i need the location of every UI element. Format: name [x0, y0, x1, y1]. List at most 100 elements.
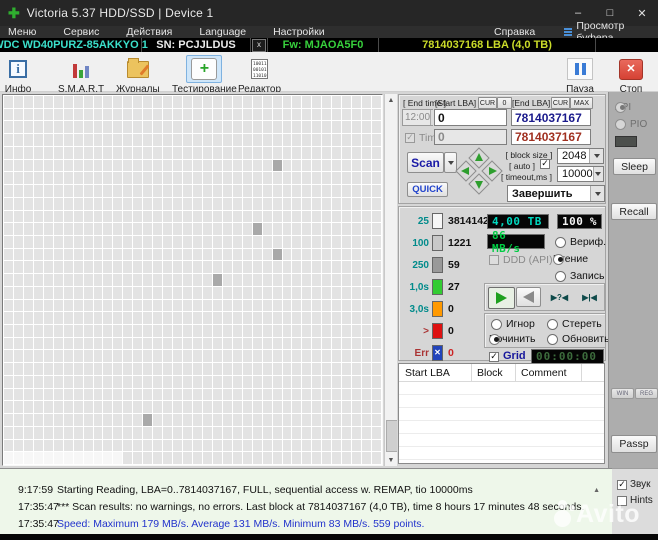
refresh-radio[interactable]: Обновить [547, 333, 610, 345]
block-cell [372, 325, 381, 337]
mode-read-radio[interactable]: Чтение [553, 253, 588, 265]
block-size-select[interactable]: 2048 [557, 148, 604, 164]
defect-table: Start LBA Block Comment [398, 363, 605, 464]
journals-button[interactable]: Журналы [116, 55, 160, 95]
menu-item-help[interactable]: Справка [494, 26, 535, 38]
block-cell [222, 312, 232, 325]
block-cell [53, 96, 63, 108]
end-lba-max-button[interactable]: MAX [570, 97, 593, 109]
log-scroll-up-icon[interactable]: ▲ [593, 487, 600, 494]
back-button[interactable] [516, 287, 541, 307]
block-cell [123, 401, 133, 414]
block-cell [292, 185, 302, 197]
scroll-up-icon[interactable]: ▲ [385, 94, 397, 106]
erase-radio[interactable]: Стереть [547, 318, 602, 330]
mode-verify-radio[interactable]: Вериф. [555, 236, 606, 248]
menu-item[interactable]: Сервис [63, 26, 99, 38]
scan-button[interactable]: Scan [407, 152, 444, 173]
block-cell [212, 248, 222, 261]
block-map-scrollbar[interactable]: ▲ ▼ [384, 94, 398, 466]
block-cell [133, 121, 143, 134]
grid-checkbox[interactable] [489, 352, 499, 362]
block-cell [63, 134, 73, 146]
block-cell [33, 159, 43, 172]
testing-button[interactable]: + Тестирование [172, 55, 237, 95]
start-lba-zero-button[interactable]: 0 [497, 97, 512, 109]
column-header-block[interactable]: Block [477, 367, 503, 379]
menu-item[interactable]: Действия [126, 26, 172, 38]
seek-diamond-control[interactable] [455, 147, 503, 195]
block-cell [73, 261, 83, 274]
menu-item[interactable]: Настройки [273, 26, 325, 38]
sound-checkbox[interactable] [617, 479, 627, 490]
after-scan-action-select[interactable]: Завершить [507, 185, 605, 202]
passp-button[interactable]: Passp [611, 435, 657, 453]
ignore-radio[interactable]: Игнор [491, 318, 535, 330]
quick-button[interactable]: QUICK [407, 182, 448, 197]
block-cell [4, 452, 13, 464]
block-cell [93, 96, 103, 108]
block-cell [352, 223, 362, 235]
block-cell [23, 223, 33, 235]
hints-checkbox-row[interactable]: Hints [617, 495, 653, 506]
block-cell [83, 414, 93, 426]
start-lba-cur-button[interactable]: CUR [478, 97, 497, 109]
block-cell [372, 134, 381, 146]
menu-item-buffer-view[interactable]: Просмотр буфера [564, 20, 658, 44]
scroll-down-icon[interactable]: ▼ [385, 454, 397, 466]
repair-radio[interactable]: Починить [489, 333, 535, 345]
info-button[interactable]: i Инфо [4, 55, 32, 95]
column-header-comment[interactable]: Comment [521, 367, 567, 379]
block-cell [292, 134, 302, 146]
block-cell [242, 248, 252, 261]
reg-button[interactable]: REG [635, 388, 658, 399]
block-cell [262, 439, 272, 452]
block-cell [143, 426, 153, 439]
jump-random-button[interactable]: ▶?◀ [546, 287, 573, 307]
recall-button[interactable]: Recall [611, 203, 657, 220]
sleep-button[interactable]: Sleep [613, 158, 656, 175]
block-cell [63, 426, 73, 439]
column-header-start-lba[interactable]: Start LBA [405, 367, 450, 379]
block-cell [322, 235, 332, 248]
win-button[interactable]: WIN [611, 388, 634, 399]
log-message: *** Scan results: no warnings, no errors… [57, 501, 585, 513]
start-lba-input[interactable]: 0 [434, 109, 507, 126]
auto-checkbox[interactable] [540, 159, 550, 169]
block-cell [133, 452, 143, 464]
block-cell [193, 134, 202, 146]
block-cell [272, 414, 282, 426]
block-cell [222, 414, 232, 426]
timeout-select[interactable]: 10000 [557, 166, 604, 182]
block-cell [123, 172, 133, 185]
menu-item[interactable]: Language [199, 26, 246, 38]
legend-label: 100 [412, 237, 429, 249]
block-cell [252, 108, 262, 121]
smart-button[interactable]: S.M.A.R.T [58, 55, 104, 95]
block-cell [73, 121, 83, 134]
menu-item[interactable]: Меню [8, 26, 36, 38]
sound-checkbox-row[interactable]: Звук [617, 479, 651, 490]
device-close-chip[interactable]: x [252, 38, 266, 52]
block-cell [272, 197, 282, 210]
legend-count: 1221 [448, 237, 472, 249]
stop-button[interactable]: ✕ Стоп [614, 55, 648, 95]
end-lba-cur-button[interactable]: CUR [551, 97, 570, 109]
block-cell [193, 286, 202, 299]
toolbar: i Инфо S.M.A.R.T Журналы + Тестирование … [0, 52, 658, 95]
pause-button[interactable]: Пауза [562, 55, 598, 95]
block-cell [133, 108, 143, 121]
block-cell [173, 121, 183, 134]
block-cell [222, 248, 232, 261]
block-cell [262, 223, 272, 235]
block-cell [43, 452, 53, 464]
play-button[interactable] [488, 287, 515, 309]
editor-button[interactable]: 10011 00101 11010 Редактор [238, 55, 281, 95]
end-lba-input[interactable]: 7814037167 [511, 109, 591, 126]
block-cell [193, 261, 202, 274]
log-line: 9:17:59 Starting Reading, LBA=0..78140371… [0, 482, 612, 499]
chevron-down-icon [594, 191, 601, 196]
hints-checkbox[interactable] [617, 495, 627, 506]
mode-write-radio[interactable]: Запись [555, 270, 604, 282]
jump-end-button[interactable]: ▶|◀ [577, 287, 602, 307]
